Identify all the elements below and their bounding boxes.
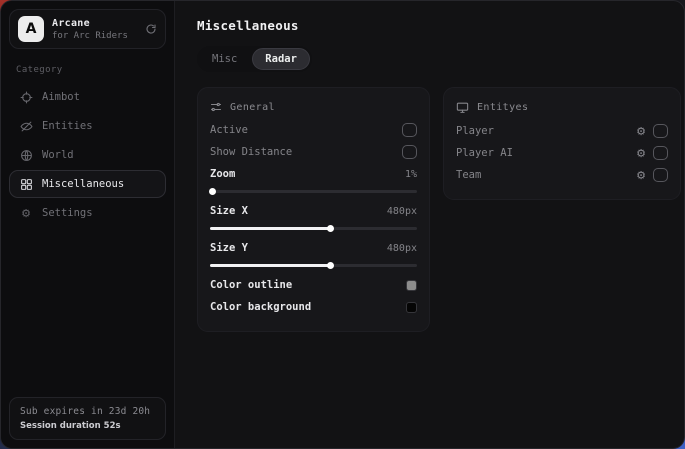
crosshair-icon [19,91,33,104]
active-checkbox[interactable] [402,123,417,137]
slider-thumb[interactable] [326,223,336,233]
cards-row: General Active Show Distance Zoom 1% [197,87,681,332]
entities-card-header: Entityes [456,101,668,114]
setting-row-size-x: Size X 480px [210,200,417,222]
sidebar-item-label: Aimbot [42,91,80,103]
entities-card-title: Entityes [477,102,528,113]
tab-misc[interactable]: Misc [199,48,250,70]
sidebar-item-entities[interactable]: Entities [9,112,166,140]
globe-icon [19,149,33,162]
size-x-slider[interactable] [210,224,417,233]
setting-row-active: Active [210,119,417,141]
brand-card: A Arcane for Arc Riders [9,9,166,49]
setting-label: Active [210,124,248,136]
general-card-header: General [210,101,417,113]
entity-controls: ⚙ [636,168,668,182]
entities-icon [19,120,33,133]
show-distance-checkbox[interactable] [402,145,417,159]
entity-label: Player AI [456,147,513,159]
app-subtitle: for Arc Riders [52,31,137,41]
setting-label: Show Distance [210,146,292,158]
slider-track [210,190,417,193]
size-y-value: 480px [387,243,417,254]
entity-row-player-ai: Player AI ⚙ [456,142,668,164]
setting-label: Zoom [210,168,235,180]
sub-expiry-text: Sub expires in 23d 20h [20,406,155,417]
slider-fill [210,264,330,267]
player-checkbox[interactable] [653,124,668,138]
general-card: General Active Show Distance Zoom 1% [197,87,430,332]
monitor-icon [456,101,469,114]
sliders-icon [210,101,222,113]
general-card-title: General [230,102,275,113]
sidebar-nav: Aimbot Entities World [9,83,166,227]
setting-row-zoom: Zoom 1% [210,163,417,185]
setting-label: Color outline [210,279,292,291]
slider-thumb[interactable] [208,186,218,196]
color-outline-swatch[interactable] [406,280,417,291]
setting-label: Size Y [210,242,248,254]
entity-row-player: Player ⚙ [456,120,668,142]
tab-radar[interactable]: Radar [252,48,310,70]
gear-icon[interactable]: ⚙ [636,148,646,159]
entity-controls: ⚙ [636,146,668,160]
refresh-icon[interactable] [145,23,157,35]
team-checkbox[interactable] [653,168,668,182]
app-title: Arcane [52,18,137,29]
entities-card: Entityes Player ⚙ Player AI ⚙ [443,87,681,200]
subscription-status: Sub expires in 23d 20h Session duration … [9,397,166,440]
sidebar: A Arcane for Arc Riders Category Aimbot [1,1,175,448]
entity-label: Team [456,169,481,181]
entity-controls: ⚙ [636,124,668,138]
sidebar-item-world[interactable]: World [9,141,166,169]
gear-icon[interactable]: ⚙ [636,170,646,181]
sidebar-item-aimbot[interactable]: Aimbot [9,83,166,111]
gear-icon: ⚙ [19,208,33,219]
color-background-swatch[interactable] [406,302,417,313]
setting-label: Color background [210,301,311,313]
session-duration-text: Session duration 52s [20,421,155,431]
setting-label: Size X [210,205,248,217]
sidebar-item-label: World [42,149,74,161]
app-logo: A [18,16,44,42]
player-ai-checkbox[interactable] [653,146,668,160]
category-label: Category [16,65,166,75]
page-title: Miscellaneous [197,18,681,33]
slider-thumb[interactable] [326,260,336,270]
sidebar-item-label: Entities [42,120,93,132]
main-content: Miscellaneous Misc Radar General Active [175,1,685,448]
sidebar-item-miscellaneous[interactable]: Miscellaneous [9,170,166,198]
zoom-slider[interactable] [210,187,417,196]
setting-row-color-outline: Color outline [210,274,417,296]
slider-fill [210,227,330,230]
setting-row-show-distance: Show Distance [210,141,417,163]
tab-bar: Misc Radar [197,46,312,72]
app-window: A Arcane for Arc Riders Category Aimbot [0,0,685,449]
sidebar-item-label: Settings [42,207,93,219]
entity-row-team: Team ⚙ [456,164,668,186]
size-y-slider[interactable] [210,261,417,270]
size-x-value: 480px [387,206,417,217]
sidebar-item-label: Miscellaneous [42,178,124,190]
grid-icon [19,178,33,191]
sidebar-item-settings[interactable]: ⚙ Settings [9,199,166,227]
entity-label: Player [456,125,494,137]
setting-row-size-y: Size Y 480px [210,237,417,259]
gear-icon[interactable]: ⚙ [636,126,646,137]
zoom-value: 1% [405,169,417,180]
setting-row-color-background: Color background [210,296,417,318]
brand-text: Arcane for Arc Riders [52,18,137,41]
